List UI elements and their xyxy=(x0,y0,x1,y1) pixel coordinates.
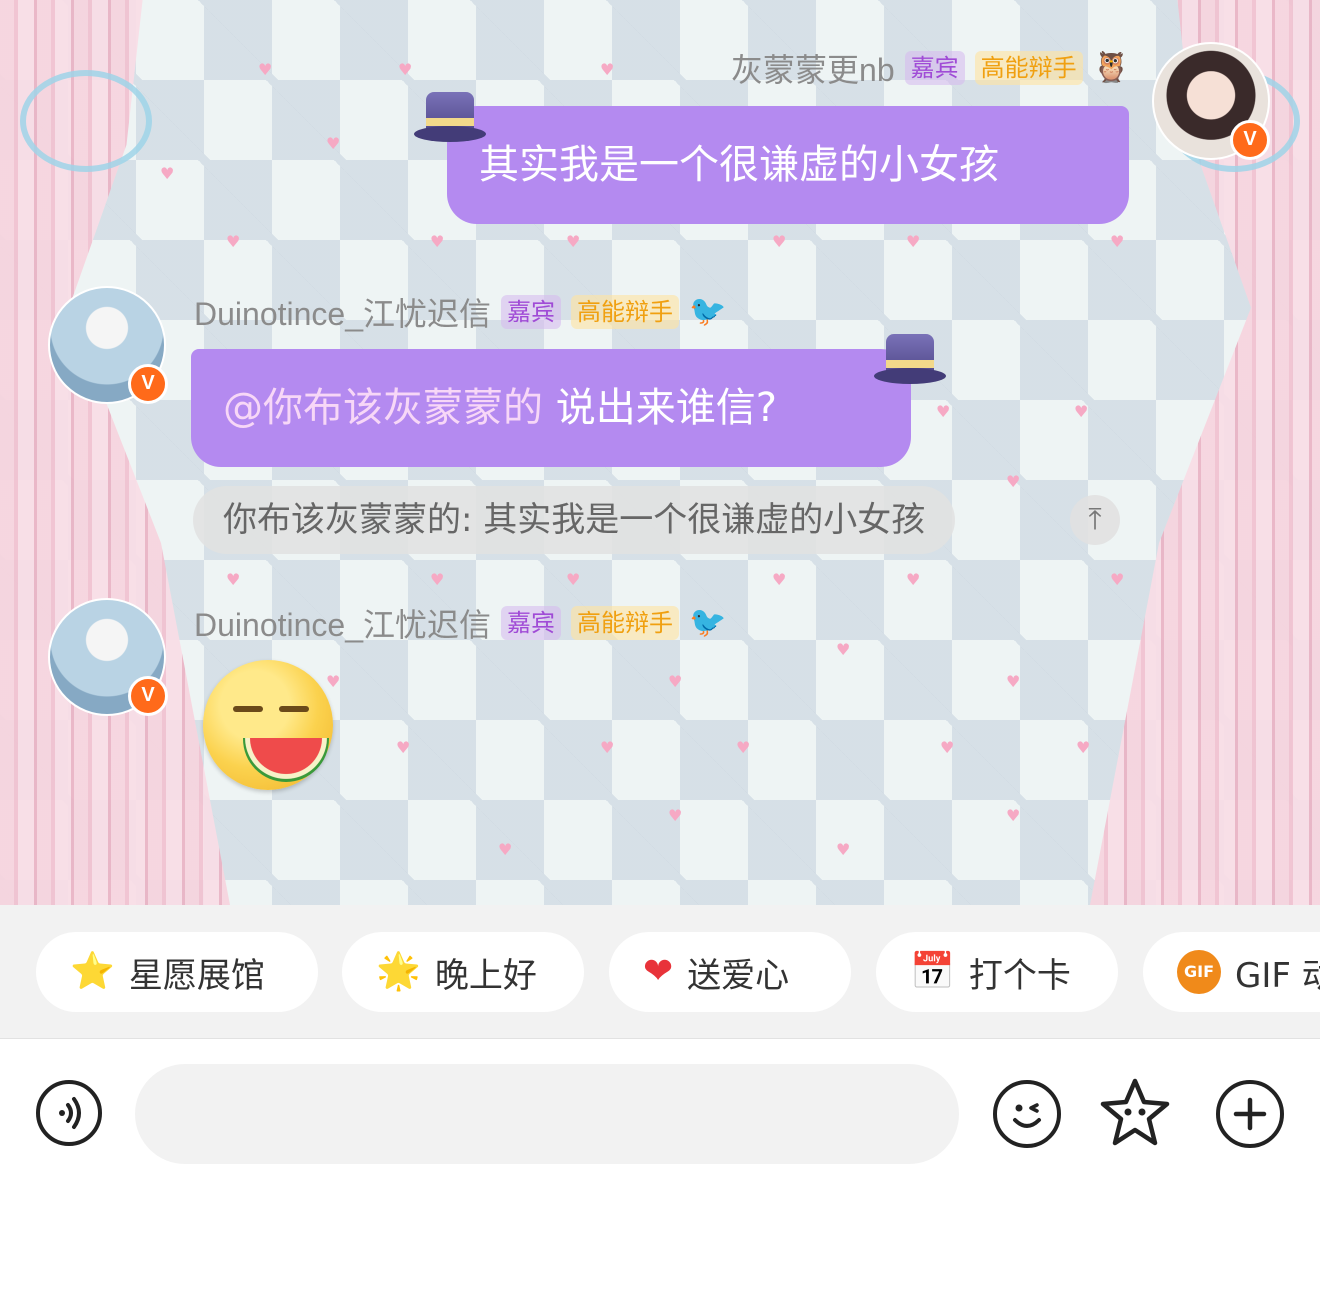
chip-label: GIF 动 xyxy=(1235,955,1320,996)
star-icon: ⭐ xyxy=(70,951,115,992)
plus-icon xyxy=(1233,1097,1267,1131)
smiley-icon xyxy=(1013,1103,1041,1128)
star-face-icon: 🌟 xyxy=(376,951,421,992)
quick-phrase-chip[interactable]: ❤ 送爱心 xyxy=(609,932,851,1012)
guest-tag: 嘉宾 xyxy=(904,51,965,85)
chat-area[interactable]: ♥ ♥ ♥ ♥ ♥ ♥ ♥ ♥ ♥ ♥ ♥ ♥ ♥ ♥ ♥ ♥ ♥ ♥ ♥ ♥ … xyxy=(0,0,1320,905)
message-input[interactable] xyxy=(135,1064,959,1164)
message-header: 灰蒙蒙更nb 嘉宾 高能辩手 🦉 xyxy=(731,48,1130,88)
chip-label: 送爱心 xyxy=(687,955,790,996)
more-button[interactable] xyxy=(1216,1080,1284,1148)
quick-phrase-bar[interactable]: ⭐ 星愿展馆 🌟 晚上好 ❤ 送爱心 📅 打个卡 GIF GIF 动 xyxy=(0,905,1320,1039)
quick-phrase-chip[interactable]: GIF GIF 动 xyxy=(1143,932,1320,1012)
message-bubble[interactable]: 其实我是一个很谦虚的小女孩 xyxy=(447,106,1129,224)
sticker-button[interactable] xyxy=(1098,1076,1172,1150)
mention-link[interactable]: @你布该灰蒙蒙的 xyxy=(223,385,543,431)
eating-watermelon-emoji-sticker[interactable] xyxy=(203,660,333,790)
magpie-icon: 🐦 xyxy=(689,605,727,640)
gif-icon: GIF xyxy=(1177,950,1221,994)
message-header: Duinotince_江忧迟信 嘉宾 高能辩手 🐦 xyxy=(194,292,726,332)
quote-text: 你布该灰蒙蒙的: 其实我是一个很谦虚的小女孩 xyxy=(223,500,926,540)
username[interactable]: 灰蒙蒙更nb xyxy=(731,45,895,91)
voice-icon xyxy=(59,1097,81,1129)
quoted-message[interactable]: 你布该灰蒙蒙的: 其实我是一个很谦虚的小女孩 xyxy=(193,486,956,554)
verified-badge-icon: V xyxy=(128,364,168,404)
chip-label: 星愿展馆 xyxy=(128,955,265,996)
quick-phrase-chip[interactable]: ⭐ 星愿展馆 xyxy=(36,932,318,1012)
debater-tag: 高能辩手 xyxy=(974,51,1083,85)
emoji-button[interactable] xyxy=(993,1080,1061,1148)
guest-tag: 嘉宾 xyxy=(501,606,562,640)
verified-badge-icon: V xyxy=(1230,120,1270,160)
heart-icon: ❤ xyxy=(643,951,674,992)
magpie-icon: 🐦 xyxy=(689,294,727,329)
jump-to-quote-icon[interactable]: ⤒ xyxy=(1070,495,1120,545)
quick-phrase-chip[interactable]: 📅 打个卡 xyxy=(876,932,1118,1012)
quick-phrase-chip[interactable]: 🌟 晚上好 xyxy=(342,932,584,1012)
top-hat-icon xyxy=(414,92,486,142)
message-header: Duinotince_江忧迟信 嘉宾 高能辩手 🐦 xyxy=(194,603,726,643)
voice-button[interactable] xyxy=(36,1080,102,1146)
chip-label: 晚上好 xyxy=(434,955,537,996)
owl-icon: 🦉 xyxy=(1092,50,1130,85)
username[interactable]: Duinotince_江忧迟信 xyxy=(194,289,491,335)
message-text: 其实我是一个很谦虚的小女孩 xyxy=(479,142,999,188)
username[interactable]: Duinotince_江忧迟信 xyxy=(194,600,491,646)
message-text: 说出来谁信? xyxy=(555,385,777,431)
message-bubble[interactable]: @你布该灰蒙蒙的 说出来谁信? xyxy=(191,349,911,467)
star-sticker-icon xyxy=(1100,1078,1170,1146)
top-hat-icon xyxy=(874,334,946,384)
message-input-bar xyxy=(0,1039,1320,1290)
verified-badge-icon: V xyxy=(128,676,168,716)
calendar-icon: 📅 xyxy=(910,951,955,992)
chip-label: 打个卡 xyxy=(968,955,1071,996)
debater-tag: 高能辩手 xyxy=(571,606,680,640)
guest-tag: 嘉宾 xyxy=(501,295,562,329)
debater-tag: 高能辩手 xyxy=(571,295,680,329)
